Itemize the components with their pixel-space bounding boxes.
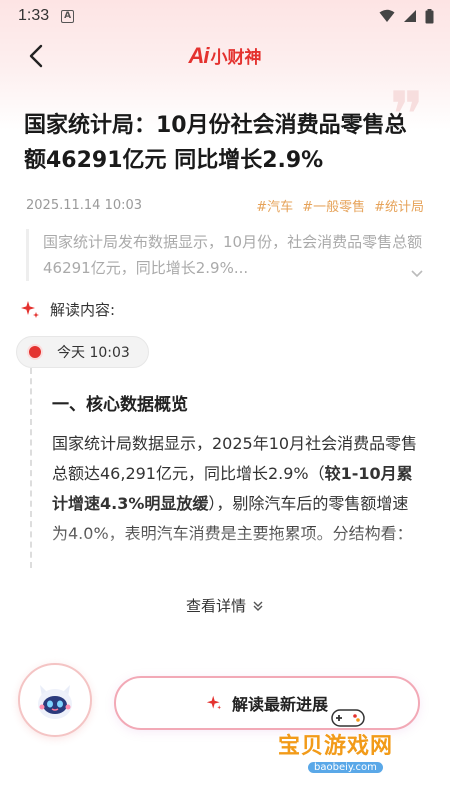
watermark-text: 宝贝游戏网: [278, 734, 394, 759]
back-button[interactable]: [20, 40, 52, 72]
brand-ai: Ai: [188, 43, 210, 68]
analysis-body: 国家统计局数据显示，2025年10月社会消费品零售总额达46,291亿元，同比增…: [52, 429, 420, 579]
chevron-left-icon: [29, 44, 43, 68]
robot-mascot-icon: [38, 685, 72, 719]
timeline-time-pill: 今天 10:03: [16, 336, 149, 368]
status-time: 1:33: [18, 7, 50, 24]
watermark: 宝贝游戏网 baobeiy.com: [278, 706, 418, 776]
article-title: 国家统计局：10月份社会消费品零售总额46291亿元 同比增长2.9%: [24, 113, 407, 173]
watermark-url: baobeiy.com: [308, 762, 383, 773]
signal-icon: [404, 10, 416, 22]
view-details-button[interactable]: 查看详情: [0, 595, 450, 616]
tag-item[interactable]: #一般零售: [302, 196, 365, 215]
article-summary[interactable]: 国家统计局发布数据显示，10月份，社会消费品零售总额46291亿元，同比增长2.…: [26, 229, 424, 281]
status-bar: 1:33 A: [0, 0, 450, 32]
tag-item[interactable]: #统计局: [374, 196, 424, 215]
brand-logo: Ai 小财神: [189, 43, 262, 69]
brand-name: 小财神: [210, 48, 262, 68]
mascot-button[interactable]: [18, 663, 92, 737]
battery-icon: [425, 8, 434, 23]
summary-text: 国家统计局发布数据显示，10月份，社会消费品零售总额46291亿元，同比增长2.…: [43, 233, 423, 277]
article-date: 2025.11.14 10:03: [26, 198, 143, 213]
wifi-icon: [379, 9, 395, 22]
tag-list: #汽车 #一般零售 #统计局: [256, 196, 424, 215]
nav-bar: Ai 小财神: [0, 32, 450, 80]
chevron-down-icon[interactable]: [410, 269, 424, 279]
timeline-time: 今天 10:03: [57, 345, 130, 361]
status-icons: [379, 8, 434, 24]
content-fade: [52, 523, 420, 579]
article-meta: 2025.11.14 10:03 #汽车 #一般零售 #统计局: [26, 196, 424, 215]
analysis-content: 一、核心数据概览 国家统计局数据显示，2025年10月社会消费品零售总额达46,…: [30, 368, 450, 579]
sparkle-icon: [206, 695, 222, 710]
section-heading: 一、核心数据概览: [52, 395, 188, 415]
analysis-label: 解读内容:: [50, 301, 116, 319]
gamepad-icon: [331, 709, 365, 727]
timeline-dot: [27, 344, 43, 360]
analysis-header: 解读内容:: [20, 299, 450, 320]
tag-item[interactable]: #汽车: [256, 196, 293, 215]
double-chevron-down-icon: [253, 601, 263, 611]
view-details-label: 查看详情: [185, 597, 246, 615]
notification-a-icon: A: [61, 9, 75, 23]
sparkle-icon: [21, 300, 39, 318]
